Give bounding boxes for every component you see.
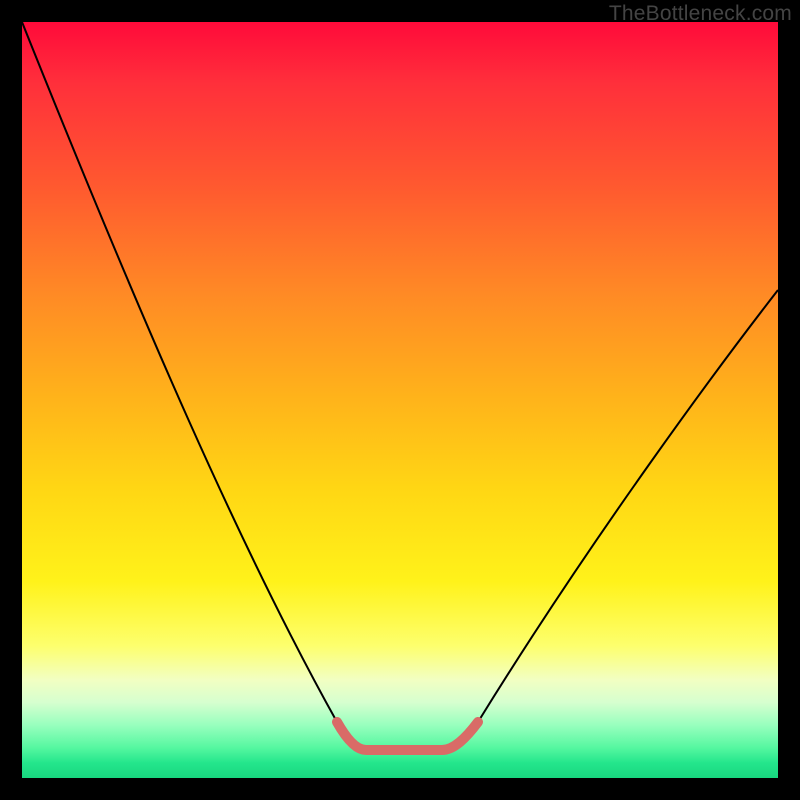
chart-frame: TheBottleneck.com <box>0 0 800 800</box>
curve-layer <box>22 22 778 778</box>
sweet-range <box>337 722 478 750</box>
watermark-text: TheBottleneck.com <box>609 2 792 26</box>
bottleneck-curve <box>22 22 778 750</box>
plot-area <box>22 22 778 778</box>
